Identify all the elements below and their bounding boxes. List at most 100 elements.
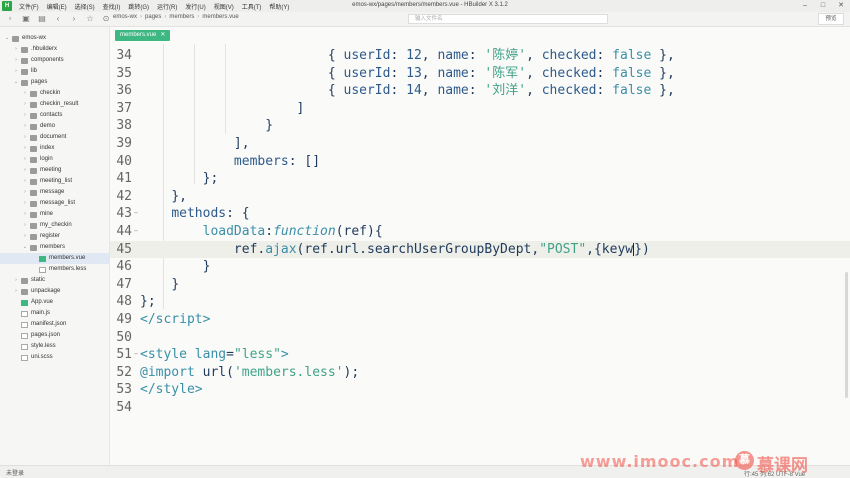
tree-folder[interactable]: › static — [0, 275, 109, 286]
code-line[interactable]: 34 { userId: 12, name: '陈婷', checked: fa… — [110, 47, 850, 65]
code-line[interactable]: 51− <style lang="less"> — [110, 346, 850, 364]
code-line[interactable]: 49 </script> — [110, 311, 850, 329]
tab-members-vue[interactable]: members.vue ✕ — [115, 30, 171, 41]
chevron-down-icon[interactable]: ⌄ — [22, 242, 28, 253]
code-line[interactable]: 50 — [110, 329, 850, 347]
menu-item[interactable]: 查找(I) — [99, 2, 125, 11]
tree-folder[interactable]: › checkin_result — [0, 99, 109, 110]
tree-file[interactable]: members.vue — [0, 253, 109, 264]
login-status[interactable]: 未登录 — [6, 468, 24, 477]
tree-folder[interactable]: › index — [0, 143, 109, 154]
file-search-input[interactable]: 输入文件名 — [408, 14, 608, 24]
menu-item[interactable]: 运行(R) — [153, 2, 181, 11]
tree-file[interactable]: members.less — [0, 264, 109, 275]
tree-folder[interactable]: › login — [0, 154, 109, 165]
menu-item[interactable]: 编辑(E) — [43, 2, 71, 11]
tree-folder[interactable]: › register — [0, 231, 109, 242]
tree-file[interactable]: main.js — [0, 308, 109, 319]
menu-item[interactable]: 文件(F) — [15, 2, 43, 11]
chevron-right-icon[interactable]: › — [22, 187, 28, 198]
tree-folder[interactable]: › my_checkin — [0, 220, 109, 231]
tree-folder[interactable]: ⌄ emos-wx — [0, 33, 109, 44]
chevron-down-icon[interactable]: ⌄ — [13, 77, 19, 88]
editor-scrollbar[interactable] — [845, 272, 848, 398]
tree-file[interactable]: uni.scss — [0, 352, 109, 363]
tree-file[interactable]: manifest.json — [0, 319, 109, 330]
chevron-right-icon[interactable]: › — [22, 121, 28, 132]
chevron-right-icon[interactable]: › — [13, 66, 19, 77]
code-line[interactable]: 54 — [110, 399, 850, 417]
code-line[interactable]: 46 } — [110, 258, 850, 276]
close-tab-icon[interactable]: ✕ — [160, 32, 165, 38]
chevron-right-icon[interactable]: › — [13, 44, 19, 55]
tree-folder[interactable]: › document — [0, 132, 109, 143]
code-line[interactable]: 37 ] — [110, 100, 850, 118]
back-icon[interactable]: ‹ — [52, 13, 64, 25]
preview-button[interactable]: 预览 — [818, 13, 844, 25]
close-icon[interactable]: ✕ — [832, 0, 850, 12]
code-line[interactable]: 38 } — [110, 117, 850, 135]
tree-folder[interactable]: ⌄ members — [0, 242, 109, 253]
code-line[interactable]: 52 @import url('members.less'); — [110, 364, 850, 382]
code-line[interactable]: 36 { userId: 14, name: '刘洋', checked: fa… — [110, 82, 850, 100]
menu-item[interactable]: 视图(V) — [210, 2, 238, 11]
menu-item[interactable]: 工具(T) — [238, 2, 266, 11]
chevron-down-icon[interactable]: ⌄ — [4, 33, 10, 44]
save-icon[interactable]: ▣ — [20, 13, 32, 25]
menu-item[interactable]: 发行(U) — [181, 2, 209, 11]
new-file-icon[interactable]: ▫ — [4, 13, 16, 25]
breadcrumb-item[interactable]: emos-wx — [113, 14, 137, 20]
run-icon[interactable]: ⊙ — [100, 13, 112, 25]
chevron-right-icon[interactable]: › — [22, 176, 28, 187]
chevron-right-icon[interactable]: › — [22, 209, 28, 220]
code-line[interactable]: 48}; — [110, 293, 850, 311]
code-line[interactable]: 35 { userId: 13, name: '陈军', checked: fa… — [110, 65, 850, 83]
maximize-icon[interactable]: □ — [814, 0, 832, 12]
menu-item[interactable]: 帮助(Y) — [265, 2, 293, 11]
tree-folder[interactable]: › message — [0, 187, 109, 198]
chevron-right-icon[interactable]: › — [13, 275, 19, 286]
code-line[interactable]: 42 }, — [110, 188, 850, 206]
chevron-right-icon[interactable]: › — [22, 231, 28, 242]
tree-folder[interactable]: › components — [0, 55, 109, 66]
chevron-right-icon[interactable]: › — [22, 198, 28, 209]
code-line[interactable]: 41 }; — [110, 170, 850, 188]
star-icon[interactable]: ☆ — [84, 13, 96, 25]
code-line[interactable]: 40 members: [] — [110, 153, 850, 171]
tree-folder[interactable]: › meeting_list — [0, 176, 109, 187]
chevron-right-icon[interactable]: › — [13, 286, 19, 297]
breadcrumb-item[interactable]: pages — [145, 14, 161, 20]
tree-folder[interactable]: › meeting — [0, 165, 109, 176]
save-all-icon[interactable]: ▤ — [36, 13, 48, 25]
tree-file[interactable]: style.less — [0, 341, 109, 352]
fold-marker-icon[interactable]: − — [132, 223, 140, 241]
code-line[interactable]: 47 } — [110, 276, 850, 294]
tree-folder[interactable]: › contacts — [0, 110, 109, 121]
code-line[interactable]: 53 </style> — [110, 381, 850, 399]
code-line[interactable]: 43− methods: { — [110, 205, 850, 223]
tree-file[interactable]: App.vue — [0, 297, 109, 308]
chevron-right-icon[interactable]: › — [22, 110, 28, 121]
tree-folder[interactable]: › message_list — [0, 198, 109, 209]
tree-file[interactable]: pages.json — [0, 330, 109, 341]
chevron-right-icon[interactable]: › — [22, 220, 28, 231]
chevron-right-icon[interactable]: › — [22, 165, 28, 176]
tree-folder[interactable]: › mine — [0, 209, 109, 220]
menu-item[interactable]: 选择(S) — [71, 2, 99, 11]
breadcrumb-item[interactable]: members — [169, 14, 194, 20]
chevron-right-icon[interactable]: › — [22, 143, 28, 154]
fold-marker-icon[interactable]: − — [132, 205, 140, 223]
chevron-right-icon[interactable]: › — [22, 88, 28, 99]
code-line[interactable]: 39 ], — [110, 135, 850, 153]
chevron-right-icon[interactable]: › — [22, 132, 28, 143]
minimize-icon[interactable]: – — [796, 0, 814, 12]
tree-folder[interactable]: › lib — [0, 66, 109, 77]
tree-folder[interactable]: › unpackage — [0, 286, 109, 297]
forward-icon[interactable]: › — [68, 13, 80, 25]
code-line[interactable]: 45 ref.ajax(ref.url.searchUserGroupByDep… — [110, 240, 850, 259]
tree-folder[interactable]: › .hbuilderx — [0, 44, 109, 55]
fold-marker-icon[interactable]: − — [132, 346, 140, 364]
chevron-right-icon[interactable]: › — [13, 55, 19, 66]
chevron-right-icon[interactable]: › — [22, 154, 28, 165]
tree-folder[interactable]: › checkin — [0, 88, 109, 99]
